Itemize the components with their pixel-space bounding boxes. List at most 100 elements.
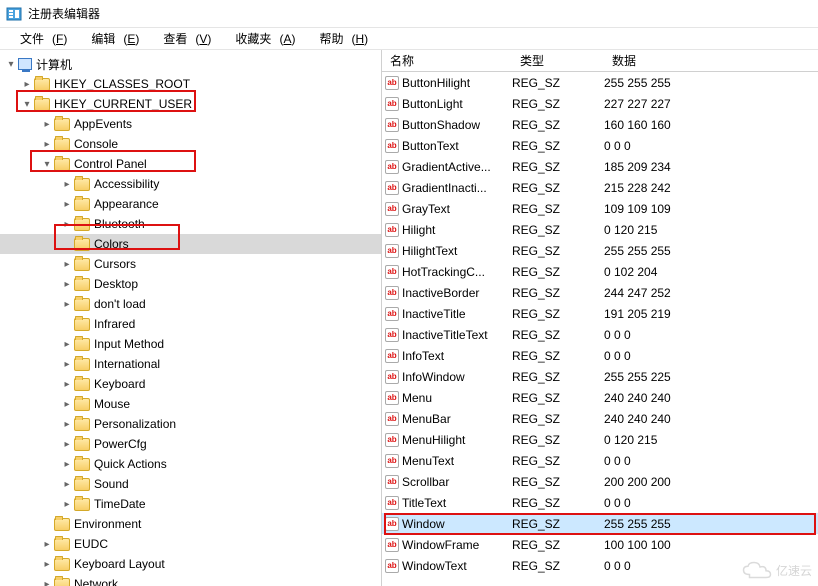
expand-icon[interactable]: ▸ xyxy=(60,179,74,190)
window-title: 注册表编辑器 xyxy=(28,5,100,22)
expand-icon[interactable]: ▸ xyxy=(60,219,74,230)
menu-edit[interactable]: 编辑(E) xyxy=(75,28,147,49)
tree-item-input-method[interactable]: ▸Input Method xyxy=(0,334,381,354)
tree-item-cursors[interactable]: ▸Cursors xyxy=(0,254,381,274)
folder-icon xyxy=(74,338,90,351)
value-row[interactable]: abButtonShadowREG_SZ160 160 160 xyxy=(382,114,818,135)
menubar: 文件(F) 编辑(E) 查看(V) 收藏夹(A) 帮助(H) xyxy=(0,28,818,50)
tree-item-keyboard[interactable]: ▸Keyboard xyxy=(0,374,381,394)
expand-icon[interactable]: ▸ xyxy=(60,459,74,470)
menu-favorites[interactable]: 收藏夹(A) xyxy=(219,28,303,49)
value-row[interactable]: abTitleTextREG_SZ0 0 0 xyxy=(382,492,818,513)
string-value-icon: ab xyxy=(382,538,402,552)
collapse-icon[interactable]: ▾ xyxy=(40,159,54,170)
folder-icon xyxy=(74,178,90,191)
folder-icon xyxy=(54,558,70,571)
value-row[interactable]: abMenuHilightREG_SZ0 120 215 xyxy=(382,429,818,450)
tree-environment[interactable]: Environment xyxy=(0,514,381,534)
expand-icon[interactable]: ▸ xyxy=(60,439,74,450)
tree-item-don-t-load[interactable]: ▸don't load xyxy=(0,294,381,314)
tree-item-colors[interactable]: Colors xyxy=(0,234,381,254)
value-row[interactable]: abWindowTextREG_SZ0 0 0 xyxy=(382,555,818,576)
tree-item-sound[interactable]: ▸Sound xyxy=(0,474,381,494)
value-row[interactable]: abButtonLightREG_SZ227 227 227 xyxy=(382,93,818,114)
expand-icon[interactable]: ▸ xyxy=(40,579,54,586)
value-row[interactable]: abInfoWindowREG_SZ255 255 225 xyxy=(382,366,818,387)
tree-eudc[interactable]: ▸EUDC xyxy=(0,534,381,554)
tree-hkcr[interactable]: ▸HKEY_CLASSES_ROOT xyxy=(0,74,381,94)
folder-icon xyxy=(54,538,70,551)
tree-console[interactable]: ▸Console xyxy=(0,134,381,154)
tree-item-timedate[interactable]: ▸TimeDate xyxy=(0,494,381,514)
expand-icon[interactable]: ▸ xyxy=(40,539,54,550)
tree-item-appearance[interactable]: ▸Appearance xyxy=(0,194,381,214)
folder-icon xyxy=(74,198,90,211)
tree-item-personalization[interactable]: ▸Personalization xyxy=(0,414,381,434)
expand-icon[interactable]: ▸ xyxy=(40,139,54,150)
value-row[interactable]: abGradientActive...REG_SZ185 209 234 xyxy=(382,156,818,177)
tree-item-powercfg[interactable]: ▸PowerCfg xyxy=(0,434,381,454)
folder-icon xyxy=(74,358,90,371)
folder-icon xyxy=(54,578,70,586)
expand-icon[interactable]: ▸ xyxy=(60,499,74,510)
tree-item-desktop[interactable]: ▸Desktop xyxy=(0,274,381,294)
col-data[interactable]: 数据 xyxy=(604,50,818,71)
menu-view[interactable]: 查看(V) xyxy=(147,28,219,49)
string-value-icon: ab xyxy=(382,223,402,237)
value-row[interactable]: abGrayTextREG_SZ109 109 109 xyxy=(382,198,818,219)
folder-icon xyxy=(74,318,90,331)
tree-appevents[interactable]: ▸AppEvents xyxy=(0,114,381,134)
folder-icon xyxy=(74,418,90,431)
expand-icon[interactable]: ▸ xyxy=(60,339,74,350)
value-row[interactable]: abButtonTextREG_SZ0 0 0 xyxy=(382,135,818,156)
value-row[interactable]: abInactiveTitleTextREG_SZ0 0 0 xyxy=(382,324,818,345)
value-row[interactable]: abMenuBarREG_SZ240 240 240 xyxy=(382,408,818,429)
expand-icon[interactable]: ▸ xyxy=(40,559,54,570)
value-row[interactable]: abScrollbarREG_SZ200 200 200 xyxy=(382,471,818,492)
tree-network[interactable]: ▸Network xyxy=(0,574,381,586)
tree-keyboard-layout[interactable]: ▸Keyboard Layout xyxy=(0,554,381,574)
tree-item-bluetooth[interactable]: ▸Bluetooth xyxy=(0,214,381,234)
value-list[interactable]: 名称 类型 数据 abButtonHilightREG_SZ255 255 25… xyxy=(382,50,818,586)
value-row[interactable]: abInfoTextREG_SZ0 0 0 xyxy=(382,345,818,366)
value-row[interactable]: abHotTrackingC...REG_SZ0 102 204 xyxy=(382,261,818,282)
expand-icon[interactable]: ▸ xyxy=(60,479,74,490)
value-row[interactable]: abInactiveTitleREG_SZ191 205 219 xyxy=(382,303,818,324)
value-row[interactable]: abWindowREG_SZ255 255 255 xyxy=(382,513,818,534)
value-row[interactable]: abMenuREG_SZ240 240 240 xyxy=(382,387,818,408)
expand-icon[interactable]: ▸ xyxy=(20,79,34,90)
value-row[interactable]: abMenuTextREG_SZ0 0 0 xyxy=(382,450,818,471)
expand-icon[interactable]: ▸ xyxy=(60,379,74,390)
value-row[interactable]: abWindowFrameREG_SZ100 100 100 xyxy=(382,534,818,555)
tree-item-infrared[interactable]: Infrared xyxy=(0,314,381,334)
value-row[interactable]: abGradientInacti...REG_SZ215 228 242 xyxy=(382,177,818,198)
menu-file[interactable]: 文件(F) xyxy=(4,28,75,49)
tree-item-quick-actions[interactable]: ▸Quick Actions xyxy=(0,454,381,474)
expand-icon[interactable]: ▸ xyxy=(60,419,74,430)
string-value-icon: ab xyxy=(382,160,402,174)
tree-item-international[interactable]: ▸International xyxy=(0,354,381,374)
folder-icon xyxy=(74,438,90,451)
collapse-icon[interactable]: ▾ xyxy=(4,59,18,70)
expand-icon[interactable]: ▸ xyxy=(60,279,74,290)
value-row[interactable]: abButtonHilightREG_SZ255 255 255 xyxy=(382,72,818,93)
tree-control-panel[interactable]: ▾Control Panel xyxy=(0,154,381,174)
value-row[interactable]: abHilightREG_SZ0 120 215 xyxy=(382,219,818,240)
collapse-icon[interactable]: ▾ xyxy=(20,99,34,110)
expand-icon[interactable]: ▸ xyxy=(60,399,74,410)
expand-icon[interactable]: ▸ xyxy=(60,259,74,270)
value-row[interactable]: abHilightTextREG_SZ255 255 255 xyxy=(382,240,818,261)
expand-icon[interactable]: ▸ xyxy=(60,199,74,210)
tree-root[interactable]: ▾ 计算机 xyxy=(0,54,381,74)
tree-item-mouse[interactable]: ▸Mouse xyxy=(0,394,381,414)
expand-icon[interactable]: ▸ xyxy=(60,299,74,310)
expand-icon[interactable]: ▸ xyxy=(60,359,74,370)
col-type[interactable]: 类型 xyxy=(512,50,604,71)
registry-tree[interactable]: ▾ 计算机 ▸HKEY_CLASSES_ROOT ▾HKEY_CURRENT_U… xyxy=(0,50,382,586)
expand-icon[interactable]: ▸ xyxy=(40,119,54,130)
menu-help[interactable]: 帮助(H) xyxy=(303,28,376,49)
tree-item-accessibility[interactable]: ▸Accessibility xyxy=(0,174,381,194)
col-name[interactable]: 名称 xyxy=(382,50,512,71)
value-row[interactable]: abInactiveBorderREG_SZ244 247 252 xyxy=(382,282,818,303)
tree-hkcu[interactable]: ▾HKEY_CURRENT_USER xyxy=(0,94,381,114)
